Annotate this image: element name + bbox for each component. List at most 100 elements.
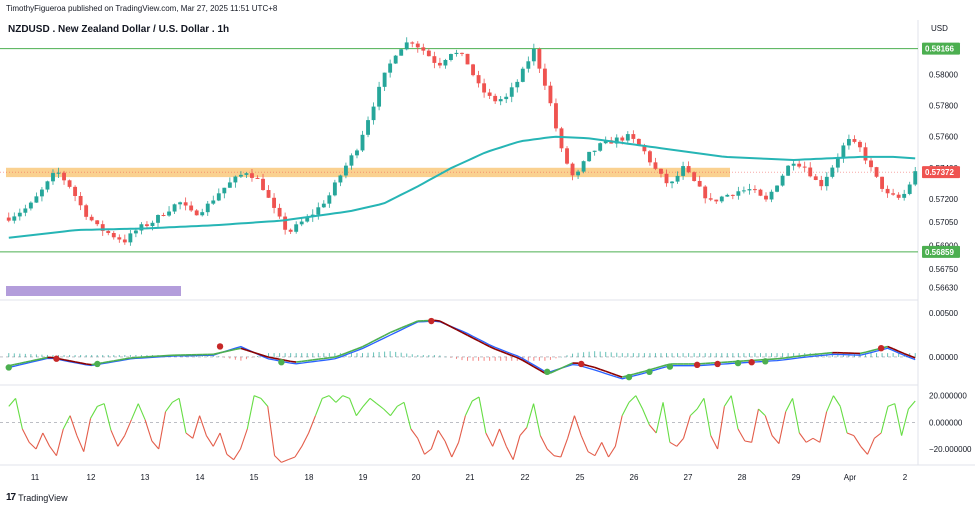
oscillator-segment [410,428,419,439]
oscillator-segment [130,403,139,420]
candle-body [625,134,630,141]
candle-body [338,175,343,183]
macd-histogram-bar [273,353,275,357]
candle-body [758,189,763,196]
candle-body [902,193,907,198]
candle-body [432,56,437,63]
candle-body [28,202,33,209]
macd-histogram-bar [317,353,319,357]
candle-body [697,180,702,187]
oscillator-segment [49,446,57,456]
candle-body [454,52,459,55]
candle-body [526,61,531,69]
macd-histogram-bar [422,355,424,357]
macd-histogram-bar [771,353,773,357]
price-tick-label: 0.56750 [929,265,958,274]
macd-signal-segment [776,357,783,360]
candle-body [730,194,735,196]
macd-histogram-bar [356,353,358,357]
candle-body [194,210,199,216]
oscillator-segment [567,415,575,439]
macd-histogram-bar [748,353,750,357]
bearish-cross-marker [578,360,585,368]
candle-body [56,172,61,174]
oscillator-segment [137,403,146,420]
candle-body [592,150,597,152]
macd-histogram-bar [599,351,601,357]
oscillator-segment [192,415,201,439]
candle-body [178,202,183,205]
chart-svg[interactable]: 0.580000.578000.576000.574000.572000.570… [0,0,975,508]
macd-histogram-bar [284,353,286,357]
tradingview-brand[interactable]: 17 TradingView [6,492,68,503]
macd-histogram-bar [19,353,21,357]
candle-body [631,134,636,139]
macd-histogram-bar [433,355,435,357]
candle-body [858,141,862,148]
oscillator-segment [383,408,391,417]
candle-body [316,207,321,215]
bearish-cross-marker [53,355,60,362]
candle-body [343,165,348,176]
candle-body [498,99,503,102]
oscillator-segment [887,403,895,407]
oscillator-segment [792,398,800,434]
candle-body [377,86,382,107]
chart-root: TimothyFigueroa published on TradingView… [0,0,975,508]
macd-histogram-bar [229,356,231,359]
bearish-cross-marker [877,344,885,352]
macd-signal-segment [246,349,253,353]
bullish-cross-marker [5,364,12,371]
oscillator-segment [288,456,296,461]
time-tick-label: Apr [844,473,857,482]
macd-histogram-bar [417,355,419,357]
macd-signal-segment [870,348,877,352]
candle-body [117,237,122,240]
macd-signal-segment [859,351,866,355]
oscillator-segment [703,398,712,436]
oscillator-segment [614,415,623,447]
macd-signal-segment [588,365,595,369]
candle-body [34,196,39,203]
candle-body [896,194,901,198]
candle-body [172,204,177,212]
oscillator-segment [594,442,603,456]
macd-tick-label: 0.00000 [929,353,958,362]
bullish-cross-marker [278,359,285,366]
candle-body [675,175,680,182]
macd-signal-segment [14,362,20,366]
time-tick-label: 14 [196,473,205,482]
candle-body [95,220,100,225]
macd-histogram-bar [218,356,220,357]
macd-histogram-bar [643,353,645,357]
bullish-cross-marker [625,373,633,381]
oscillator-segment [62,415,71,430]
oscillator-segment [172,397,180,403]
candle-body [216,193,221,201]
candle-body [670,181,674,184]
candle-body [708,198,713,200]
candle-body [703,186,708,199]
macd-histogram-bar [666,353,668,357]
macd-signal-segment [108,360,114,363]
candle-body [222,187,227,194]
macd-histogram-bar [754,353,756,357]
macd-signal-segment [810,353,816,356]
oscillator-segment [376,403,384,410]
macd-signal-segment [821,352,827,355]
oscillator-segment [751,408,760,443]
candle-body [537,48,542,69]
macd-histogram-bar [69,355,71,357]
oscillator-segment [424,448,432,455]
candle-body [139,224,144,231]
candle-body [482,83,487,93]
macd-histogram-bar [914,353,916,357]
macd-signal-segment [583,363,590,367]
oscillator-segment [710,435,719,450]
oscillator-segment [362,397,371,407]
macd-signal-segment [74,361,81,364]
oscillator-segment [246,395,255,430]
candle-body [819,179,824,187]
macd-histogram-bar [384,351,386,357]
macd-histogram-bar [721,353,723,357]
